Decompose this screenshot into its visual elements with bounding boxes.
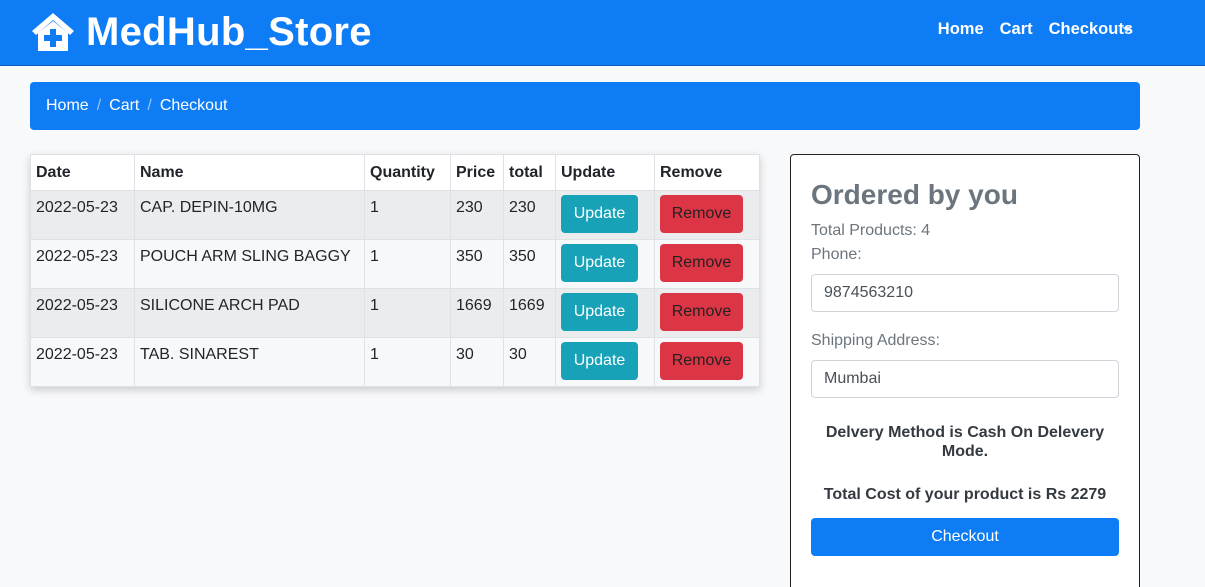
breadcrumb: Home / Cart / Checkout [30,82,1140,130]
cell-date: 2022-05-23 [30,337,135,387]
cell-date: 2022-05-23 [30,239,135,289]
update-button[interactable]: Update [561,342,638,380]
table-row: 2022-05-23 CAP. DEPIN-10MG 1 230 230 Upd… [30,190,760,240]
phone-field[interactable] [811,274,1119,312]
cell-update: Update [555,337,655,387]
cell-update: Update [555,190,655,240]
remove-button[interactable]: Remove [660,342,743,380]
update-button[interactable]: Update [561,195,638,233]
phone-label: Phone: [811,246,862,263]
cell-date: 2022-05-23 [30,288,135,338]
caret-down-icon[interactable] [1122,27,1132,32]
header-name: Name [134,154,365,191]
breadcrumb-separator: / [147,97,152,114]
breadcrumb-home[interactable]: Home [46,97,89,115]
cell-price: 1669 [450,288,504,338]
cell-quantity: 1 [364,190,451,240]
table-header-row: Date Name Quantity Price total Update Re… [30,154,760,191]
cell-remove: Remove [654,337,760,387]
table-row: 2022-05-23 SILICONE ARCH PAD 1 1669 1669… [30,288,760,338]
update-button[interactable]: Update [561,244,638,282]
order-summary-card: Ordered by you Total Products: 4 Phone: … [790,154,1140,587]
breadcrumb-cart[interactable]: Cart [109,97,139,115]
cell-total: 230 [503,190,556,240]
update-button[interactable]: Update [561,293,638,331]
breadcrumb-checkout[interactable]: Checkout [160,97,228,115]
top-navbar: MedHub_Store Home Cart Checkouts [0,0,1205,66]
cell-name: CAP. DEPIN-10MG [134,190,365,240]
order-summary-title: Ordered by you [811,179,1018,210]
cell-name: TAB. SINAREST [134,337,365,387]
cell-update: Update [555,288,655,338]
cell-total: 1669 [503,288,556,338]
cell-total: 350 [503,239,556,289]
remove-button[interactable]: Remove [660,293,743,331]
cell-date: 2022-05-23 [30,190,135,240]
header-quantity: Quantity [364,154,451,191]
total-products-text: Total Products: 4 [811,222,931,239]
cell-remove: Remove [654,239,760,289]
header-update: Update [555,154,655,191]
brand-name: MedHub_Store [86,9,372,54]
cell-name: POUCH ARM SLING BAGGY [134,239,365,289]
nav-links: Home Cart Checkouts [922,20,1133,39]
cell-name: SILICONE ARCH PAD [134,288,365,338]
nav-home[interactable]: Home [938,20,984,39]
table-row: 2022-05-23 POUCH ARM SLING BAGGY 1 350 3… [30,239,760,289]
brand-link[interactable]: MedHub_Store [30,8,372,56]
nav-cart[interactable]: Cart [1000,20,1033,39]
nav-checkouts[interactable]: Checkouts [1049,20,1133,39]
header-date: Date [30,154,135,191]
cell-price: 230 [450,190,504,240]
header-total: total [503,154,556,191]
cell-price: 30 [450,337,504,387]
table-row: 2022-05-23 TAB. SINAREST 1 30 30 Update … [30,337,760,387]
delivery-method-note: Delvery Method is Cash On Delevery Mode. [825,424,1105,460]
header-remove: Remove [654,154,760,191]
cell-remove: Remove [654,190,760,240]
remove-button[interactable]: Remove [660,195,743,233]
house-medical-icon [32,13,74,51]
cell-quantity: 1 [364,337,451,387]
header-price: Price [450,154,504,191]
cart-table: Date Name Quantity Price total Update Re… [30,154,760,387]
cell-price: 350 [450,239,504,289]
cell-quantity: 1 [364,239,451,289]
remove-button[interactable]: Remove [660,244,743,282]
cell-update: Update [555,239,655,289]
cell-remove: Remove [654,288,760,338]
cell-total: 30 [503,337,556,387]
cell-quantity: 1 [364,288,451,338]
total-cost-text: Total Cost of your product is Rs 2279 [823,486,1107,503]
checkout-button[interactable]: Checkout [811,518,1119,556]
breadcrumb-separator: / [96,97,102,114]
shipping-address-label: Shipping Address: [811,332,940,349]
shipping-address-field[interactable] [811,360,1119,398]
